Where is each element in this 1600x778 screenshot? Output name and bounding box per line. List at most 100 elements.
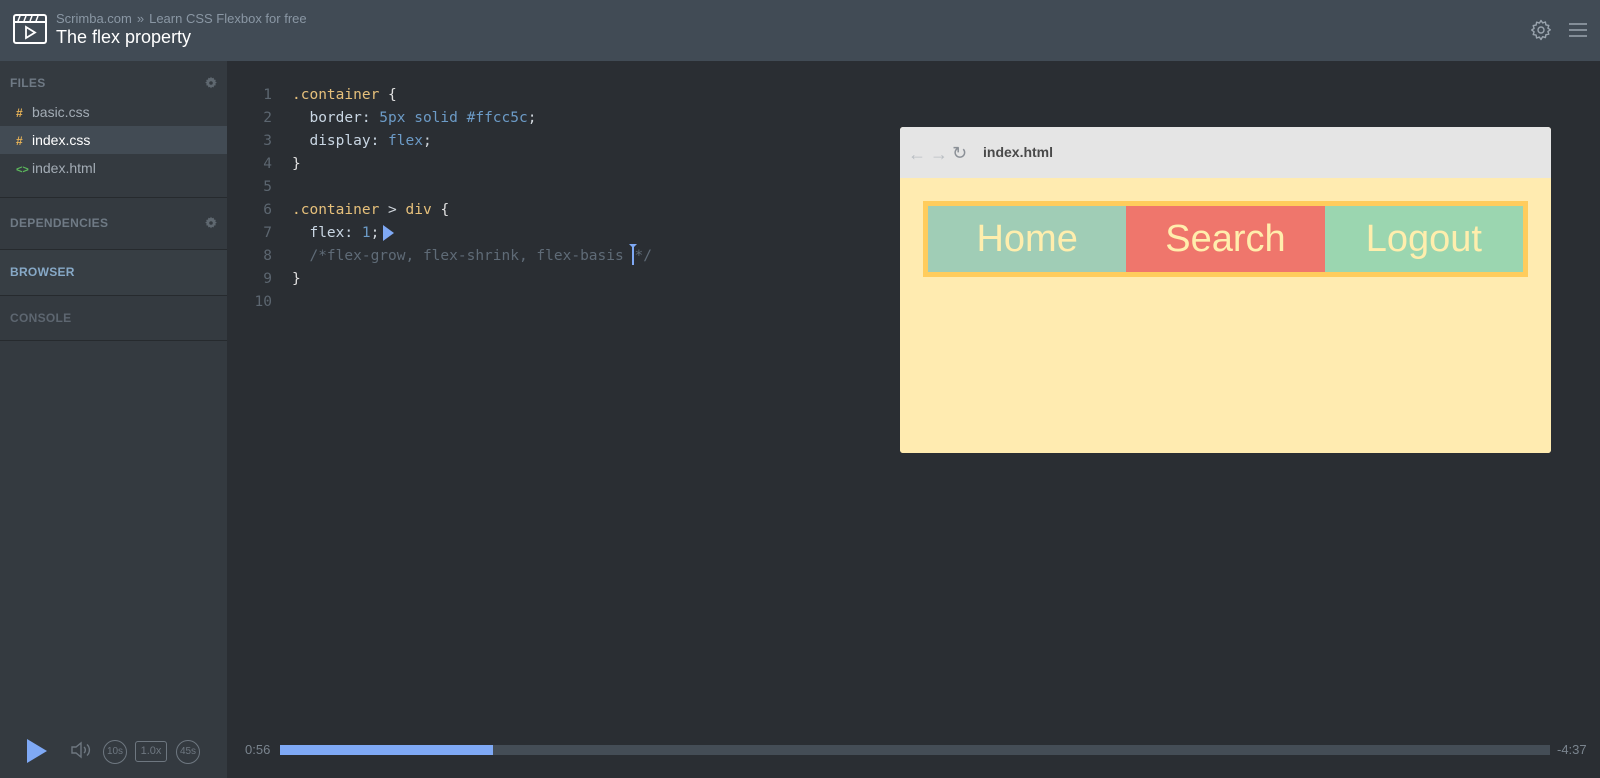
line-number: 7 — [263, 225, 272, 241]
file-name: basic.css — [32, 104, 90, 120]
code-token: } — [292, 156, 301, 172]
hamburger-menu-icon[interactable] — [1568, 21, 1588, 39]
files-settings-gear-icon[interactable] — [204, 76, 218, 90]
code-token: } — [292, 271, 301, 287]
line-number: 10 — [254, 294, 272, 310]
code-token: /*flex-grow, flex-shrink, flex-basis — [292, 248, 633, 264]
nav-item-logout[interactable]: Logout — [1324, 206, 1523, 272]
code-token: { — [431, 202, 450, 218]
line-content: /*flex-grow, flex-shrink, flex-basis */ — [292, 244, 652, 268]
code-area[interactable]: 1 .container {2 border: 5px solid #ffcc5c… — [227, 84, 652, 314]
breadcrumb-course[interactable]: Learn CSS Flexbox for free — [149, 11, 307, 26]
forward-45s-button[interactable]: 45s — [176, 740, 200, 764]
code-line[interactable]: 4} — [227, 153, 300, 176]
playback-speed-button[interactable]: 1.0x — [135, 741, 167, 762]
console-section-header: CONSOLE — [0, 303, 227, 333]
file-item-basic-css[interactable]: # basic.css — [0, 98, 227, 126]
scrimba-logo-icon[interactable] — [13, 14, 47, 44]
console-section[interactable]: CONSOLE — [0, 296, 227, 340]
page-title: The flex property — [56, 27, 192, 47]
line-content: .container > div { — [292, 199, 449, 222]
css-file-icon: # — [16, 134, 23, 148]
rewind-10s-button[interactable]: 10s — [103, 740, 127, 764]
dependencies-section[interactable]: DEPENDENCIES — [0, 198, 227, 249]
code-token: */ — [634, 248, 652, 264]
code-line[interactable]: 8 /*flex-grow, flex-shrink, flex-basis *… — [227, 244, 652, 268]
browser-label: BROWSER — [10, 265, 75, 279]
progress-fill — [280, 745, 494, 755]
code-token: ; — [527, 110, 537, 126]
code-token: .container — [292, 87, 380, 103]
top-header: Scrimba.com » Learn CSS Flexbox for free T… — [0, 0, 1600, 61]
current-time: 0:56 — [245, 742, 271, 757]
dependencies-section-header: DEPENDENCIES — [0, 208, 227, 238]
code-line[interactable]: 1 .container { — [227, 84, 397, 107]
code-line[interactable]: 6 .container > div { — [227, 199, 449, 222]
code-token: flex: — [292, 225, 354, 241]
code-token: 1 — [353, 225, 371, 241]
code-line[interactable]: 10 — [227, 291, 272, 314]
line-content: border: 5px solid #ffcc5c; — [292, 107, 536, 130]
reload-icon[interactable]: ↻ — [952, 143, 967, 164]
line-number: 2 — [263, 110, 272, 126]
code-line[interactable]: 2 border: 5px solid #ffcc5c; — [227, 107, 536, 130]
line-content: .container { — [292, 84, 397, 107]
file-name: index.css — [32, 132, 91, 148]
files-section-header: FILES — [0, 68, 227, 98]
code-token: div — [405, 202, 432, 218]
code-line[interactable]: 7 flex: 1; — [227, 222, 395, 245]
line-number: 6 — [263, 202, 272, 218]
code-token: ; — [422, 133, 432, 149]
nav-item-home[interactable]: Home — [928, 206, 1127, 272]
back-arrow-icon[interactable]: ← — [908, 144, 926, 165]
code-line[interactable]: 3 display: flex; — [227, 130, 431, 153]
line-number: 4 — [263, 156, 272, 172]
code-line[interactable]: 9} — [227, 268, 300, 291]
code-token: flex — [379, 133, 423, 149]
line-number: 3 — [263, 133, 272, 149]
css-file-icon: # — [16, 106, 23, 120]
code-token: 5px solid #ffcc5c — [370, 110, 528, 126]
sidebar: FILES # basic.css # index.css <> index.html… — [0, 61, 227, 778]
line-content: display: flex; — [292, 130, 432, 153]
browser-section[interactable]: BROWSER — [0, 250, 227, 295]
dependencies-settings-gear-icon[interactable] — [204, 216, 218, 230]
volume-icon[interactable] — [70, 739, 94, 761]
files-label: FILES — [10, 76, 46, 90]
line-content: } — [292, 153, 301, 176]
code-token: > — [379, 202, 406, 218]
breadcrumb: Scrimba.com » Learn CSS Flexbox for free — [56, 11, 307, 26]
play-button[interactable] — [27, 739, 47, 763]
browser-preview: ← → ↻ index.html Home Search Logout — [900, 127, 1551, 453]
player-controls: 10s 1.0x 45s — [0, 722, 227, 778]
breadcrumb-site[interactable]: Scrimba.com — [56, 11, 132, 26]
line-number: 8 — [263, 248, 272, 264]
code-line[interactable]: 5 — [227, 176, 272, 199]
code-token: ; — [370, 225, 380, 241]
line-content: } — [292, 268, 301, 291]
code-token: .container — [292, 202, 380, 218]
remaining-time: -4:37 — [1557, 742, 1587, 757]
progress-bar[interactable] — [280, 745, 1550, 755]
line-content: flex: 1; — [292, 222, 395, 245]
console-label: CONSOLE — [10, 311, 72, 325]
code-token: border: — [292, 110, 371, 126]
flex-container: Home Search Logout — [923, 201, 1528, 277]
file-item-index-html[interactable]: <> index.html — [0, 154, 227, 182]
browser-section-header: BROWSER — [0, 257, 227, 287]
line-number: 1 — [263, 87, 272, 103]
browser-url: index.html — [983, 144, 1054, 160]
dependencies-label: DEPENDENCIES — [10, 216, 109, 230]
text-cursor — [629, 244, 638, 265]
mouse-pointer-icon — [383, 225, 395, 241]
file-item-index-css[interactable]: # index.css — [0, 126, 227, 154]
forward-arrow-icon[interactable]: → — [930, 144, 948, 165]
browser-page: Home Search Logout — [900, 178, 1551, 453]
divider — [0, 340, 227, 341]
file-name: index.html — [32, 160, 96, 176]
settings-gear-icon[interactable] — [1529, 18, 1553, 42]
browser-toolbar: ← → ↻ index.html — [900, 127, 1551, 178]
nav-item-search[interactable]: Search — [1126, 206, 1325, 272]
code-token: { — [379, 87, 397, 103]
line-number: 9 — [263, 271, 272, 287]
